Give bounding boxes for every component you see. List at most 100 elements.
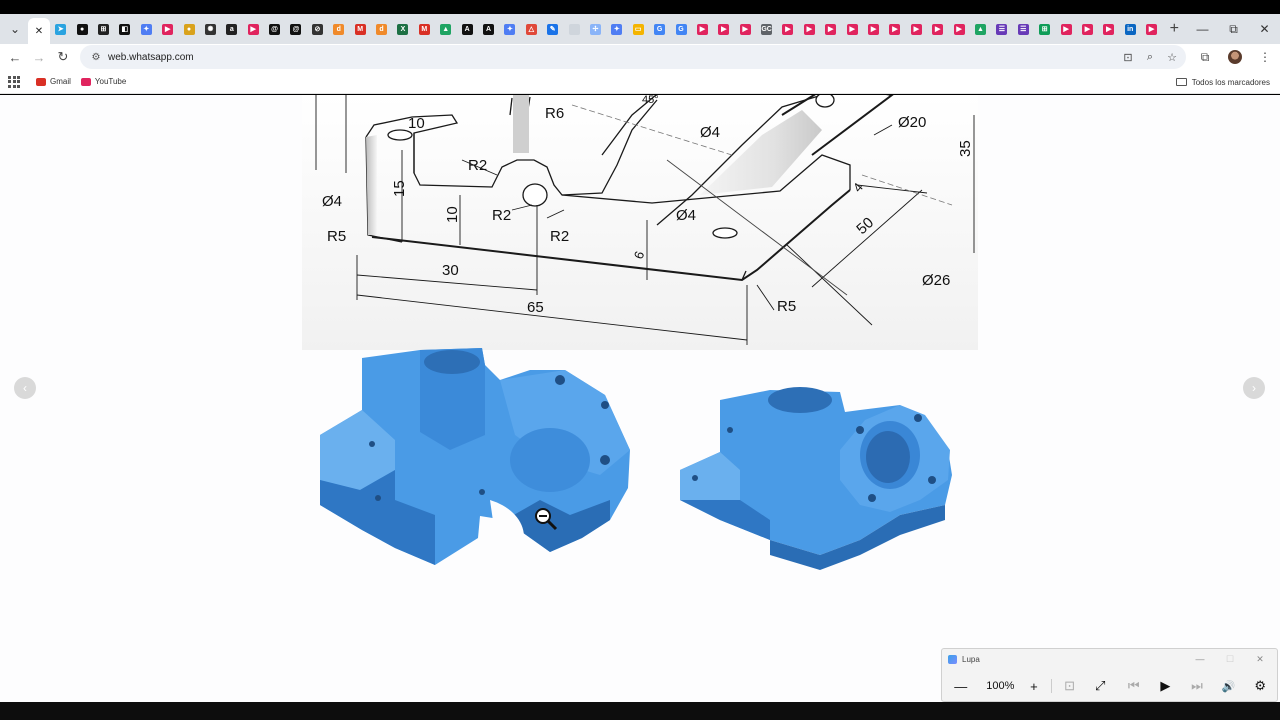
minimize-button[interactable]: — (1187, 14, 1218, 44)
tab-capcut[interactable]: ◧ (114, 16, 135, 42)
dim-r2-mid: R2 (492, 207, 511, 224)
tab-draw[interactable]: d (328, 16, 349, 42)
extensions-icon[interactable]: ⧉ (1190, 44, 1220, 70)
tab-youtube[interactable]: ▶ (157, 16, 178, 42)
tab-linkedin[interactable]: in (1120, 16, 1141, 42)
restore-button[interactable]: ⧉ (1218, 14, 1249, 44)
youtube-icon: ▶ (889, 23, 901, 35)
tab-gmail[interactable]: M (414, 16, 435, 42)
close-tab-icon[interactable]: ✕ (35, 26, 43, 37)
tab-openai[interactable]: ✺ (200, 16, 221, 42)
tab-slides[interactable]: ▭ (628, 16, 649, 42)
tab-gemini[interactable]: ✦ (606, 16, 627, 42)
tab-youtube[interactable]: ▶ (906, 16, 927, 42)
tab-gemini[interactable]: ✦ (499, 16, 520, 42)
tab-youtube[interactable]: ▶ (713, 16, 734, 42)
tab-sheets[interactable]: ⊞ (1034, 16, 1055, 42)
tab-google[interactable]: G (670, 16, 691, 42)
url-text[interactable]: web.whatsapp.com (108, 52, 194, 63)
tab-search-icon[interactable]: ⌄ (2, 18, 28, 40)
tab-youtube[interactable]: ▶ (1055, 16, 1076, 42)
tab-amazon[interactable]: a (221, 16, 242, 42)
fullscreen-icon[interactable]: ⤢ (1083, 673, 1117, 699)
tab-telegram[interactable]: ➤ (50, 16, 71, 42)
tab-youtube[interactable]: ▶ (1077, 16, 1098, 42)
bookmark-youtube[interactable]: YouTube (80, 77, 126, 86)
tab-youtube[interactable]: ▶ (243, 16, 264, 42)
close-window-button[interactable]: ✕ (1249, 14, 1280, 44)
tab-draw[interactable]: d (371, 16, 392, 42)
reload-button[interactable]: ↻ (51, 45, 75, 69)
tab-youtube[interactable]: ▶ (1098, 16, 1119, 42)
new-tab-button[interactable]: + (1162, 20, 1186, 38)
tab-youtube[interactable]: ▶ (884, 16, 905, 42)
tab-gmail[interactable]: M (349, 16, 370, 42)
magnifier-maximize-button[interactable]: ☐ (1217, 651, 1243, 667)
tab-google[interactable]: G (649, 16, 670, 42)
google-icon: G (675, 23, 687, 35)
tab-youtube[interactable]: ▶ (948, 16, 969, 42)
settings-gear-icon[interactable]: ⚙ (1243, 673, 1277, 699)
forward-button[interactable]: → (27, 45, 51, 69)
read-from-here-icon[interactable]: 🔊 (1214, 673, 1244, 699)
tab-youtube[interactable]: ▶ (735, 16, 756, 42)
tab-youtube[interactable]: ▶ (927, 16, 948, 42)
excel-icon: X (397, 23, 409, 35)
youtube-icon (80, 77, 91, 86)
youtube-icon: ▶ (932, 23, 944, 35)
all-bookmarks[interactable]: Todos los marcadores (1175, 70, 1270, 94)
tab-blank[interactable] (563, 16, 584, 42)
zoom-in-button[interactable]: + (1021, 673, 1047, 699)
tab-threads[interactable]: @ (285, 16, 306, 42)
zoom-icon[interactable]: ⌕ (1142, 49, 1158, 65)
magnifier-titlebar[interactable]: Lupa — ☐ ✕ (942, 649, 1277, 669)
bookmark-gmail[interactable]: Gmail (36, 77, 71, 86)
tab-gc[interactable]: GC (756, 16, 777, 42)
magnifier-minimize-button[interactable]: — (1187, 651, 1213, 667)
tab-youtube[interactable]: ▶ (799, 16, 820, 42)
tab-sparkle[interactable]: ✢ (585, 16, 606, 42)
apps-icon[interactable] (8, 75, 20, 88)
view-mode-icon[interactable]: ⊡ (1056, 673, 1084, 699)
tab-compass[interactable]: ⊘ (307, 16, 328, 42)
tab-forms[interactable]: ☰ (991, 16, 1012, 42)
menu-icon[interactable]: ⋮ (1250, 44, 1280, 70)
previous-paragraph-icon[interactable]: ⏮ (1117, 673, 1151, 699)
youtube-icon: ▶ (782, 23, 794, 35)
next-paragraph-icon[interactable]: ⏭ (1180, 673, 1214, 699)
tab-dark-app[interactable]: ⊞ (93, 16, 114, 42)
tab-font[interactable]: A (456, 16, 477, 42)
tab-threads[interactable]: @ (264, 16, 285, 42)
compass-icon: ⊘ (311, 23, 323, 35)
tab-youtube[interactable]: ▶ (777, 16, 798, 42)
carousel-next-button[interactable]: › (1243, 377, 1265, 399)
tab-chrome[interactable]: ● (178, 16, 199, 42)
tab-edit[interactable]: ✎ (542, 16, 563, 42)
youtube-icon: ▶ (696, 23, 708, 35)
tab-youtube[interactable]: ▶ (863, 16, 884, 42)
tab-drive[interactable]: ▲ (970, 16, 991, 42)
tab-youtube[interactable]: ▶ (841, 16, 862, 42)
tab-youtube[interactable]: ▶ (820, 16, 841, 42)
dark-app-icon: ⊞ (97, 23, 109, 35)
tab-drive-red[interactable]: △ (521, 16, 542, 42)
tab-excel[interactable]: X (392, 16, 413, 42)
tab-forms[interactable]: ☰ (1013, 16, 1034, 42)
tab-drive[interactable]: ▲ (435, 16, 456, 42)
tab-gemini[interactable]: ✦ (136, 16, 157, 42)
tab-font[interactable]: A (478, 16, 499, 42)
address-bar[interactable]: ⚙ web.whatsapp.com ⊡ ⌕ ☆ (80, 45, 1186, 69)
profile-button[interactable] (1220, 44, 1250, 70)
active-tab[interactable]: ✕ (28, 18, 50, 44)
carousel-prev-button[interactable]: ‹ (14, 377, 36, 399)
bookmark-star-icon[interactable]: ☆ (1164, 49, 1180, 65)
tab-github[interactable]: ● (71, 16, 92, 42)
tab-youtube[interactable]: ▶ (692, 16, 713, 42)
zoom-out-button[interactable]: — (942, 673, 980, 699)
install-app-icon[interactable]: ⊡ (1120, 49, 1136, 65)
back-button[interactable]: ← (3, 45, 27, 69)
site-info-icon[interactable]: ⚙ (84, 52, 108, 63)
magnifier-close-button[interactable]: ✕ (1247, 651, 1273, 667)
tab-youtube[interactable]: ▶ (1141, 16, 1162, 42)
play-icon[interactable]: ▶ (1151, 673, 1181, 699)
